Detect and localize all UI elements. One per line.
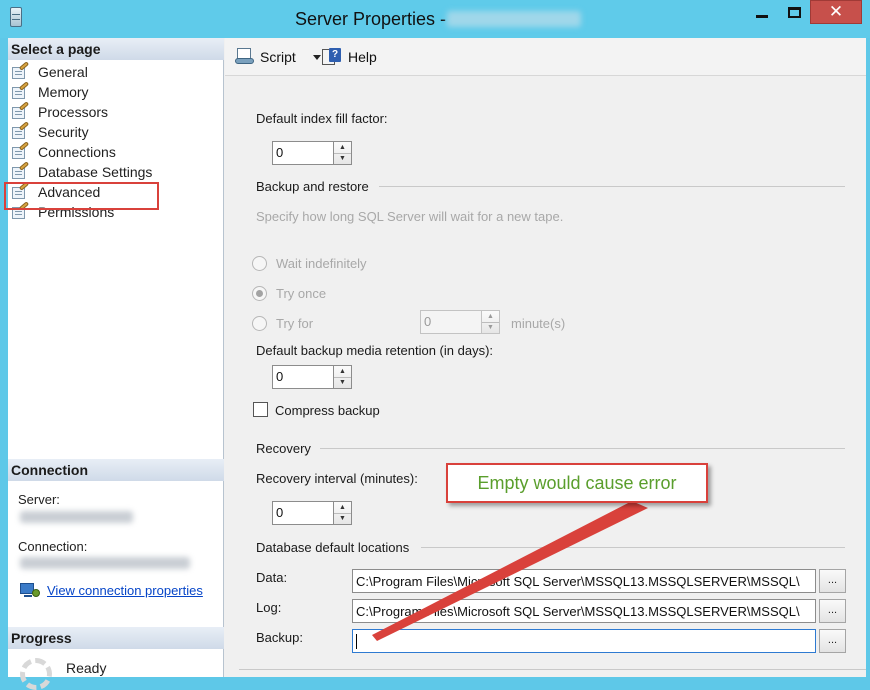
retention-stepper[interactable]: 0 ▲ ▼ [272,365,352,389]
bottom-divider [239,669,866,670]
window-body: Select a page General Memory Processors … [4,38,866,690]
window-title: Server Properties - [295,9,447,29]
page-item-security[interactable]: Security [8,121,224,142]
section-divider [421,547,845,548]
recovery-title: Recovery [256,441,311,456]
recovery-interval-stepper[interactable]: 0 ▲ ▼ [272,501,352,525]
page-item-label: Processors [38,104,109,120]
try-for-radio[interactable] [252,316,267,331]
close-icon: ✕ [828,2,844,22]
spin-down-icon[interactable]: ▼ [334,154,351,165]
spin-down-icon[interactable]: ▼ [334,514,351,525]
wait-indefinitely-radio[interactable] [252,256,267,271]
fill-factor-input[interactable]: 0 [272,141,334,165]
maximize-button[interactable] [778,0,810,24]
spin-up-icon[interactable]: ▲ [334,142,351,154]
page-settings-icon [12,141,30,160]
section-divider [320,448,845,449]
database-settings-content: Default index fill factor: 0 ▲ ▼ Backup a… [225,77,866,677]
selected-page-highlight [4,182,159,210]
spin-down-icon[interactable]: ▼ [482,323,499,334]
spin-down-icon[interactable]: ▼ [334,378,351,389]
server-name-redacted [447,11,581,27]
data-browse-button[interactable]: ... [819,569,846,593]
try-for-unit: minute(s) [511,316,566,331]
page-item-label: General [38,64,88,80]
tape-wait-hint: Specify how long SQL Server will wait fo… [256,209,564,224]
page-item-general[interactable]: General [8,61,224,82]
page-settings-icon [12,81,30,100]
connection-header: Connection [8,459,224,481]
page-item-label: Database Settings [38,164,153,180]
script-dropdown-chevron-icon[interactable] [313,55,321,60]
spin-up-icon[interactable]: ▲ [334,366,351,378]
left-panel: Select a page General Memory Processors … [4,38,224,690]
default-locations-title: Database default locations [256,540,410,555]
page-list: General Memory Processors Security Conne… [4,61,224,222]
server-value-redacted [20,511,133,523]
toolbar: Script ? Help [225,38,866,76]
retention-input[interactable]: 0 [272,365,334,389]
minimize-icon [756,14,768,18]
log-label: Log: [256,600,282,615]
try-for-label: Try for [276,316,314,331]
progress-status: Ready [66,660,107,676]
page-settings-icon [12,161,30,180]
wait-indefinitely-label: Wait indefinitely [276,256,367,271]
try-for-stepper[interactable]: 0 ▲ ▼ [420,310,500,334]
data-path-input[interactable]: C:\Program Files\Microsoft SQL Server\MS… [352,569,816,593]
server-label: Server: [18,492,60,507]
data-label: Data: [256,570,288,585]
backup-path-input[interactable] [352,629,816,653]
log-path-input[interactable]: C:\Program Files\Microsoft SQL Server\MS… [352,599,816,623]
script-button[interactable]: Script [260,49,296,65]
connection-value-redacted [20,557,190,569]
compress-backup-checkbox[interactable] [253,402,268,417]
select-page-header: Select a page [8,38,224,60]
close-button[interactable]: ✕ [810,0,862,24]
recovery-interval-input[interactable]: 0 [272,501,334,525]
script-icon[interactable] [235,48,254,65]
text-cursor [356,634,357,649]
backup-restore-title: Backup and restore [256,179,369,194]
section-divider [379,186,845,187]
page-item-label: Connections [38,144,116,160]
try-once-label: Try once [276,286,327,301]
annotation-callout: Empty would cause error [446,463,708,503]
backup-browse-button[interactable]: ... [819,629,846,653]
view-connection-properties-link[interactable]: View connection properties [47,583,203,598]
page-item-processors[interactable]: Processors [8,101,224,122]
try-once-radio[interactable] [252,286,267,301]
page-item-connections[interactable]: Connections [8,141,224,162]
minimize-button[interactable] [746,0,778,24]
page-item-database-settings[interactable]: Database Settings [8,161,224,182]
page-item-label: Security [38,124,89,140]
title-bar: Server Properties - ✕ [0,0,870,38]
connection-label: Connection: [18,539,88,554]
page-settings-icon [12,121,30,140]
recovery-interval-label: Recovery interval (minutes): [256,471,418,486]
page-settings-icon [12,61,30,80]
help-icon[interactable]: ? [322,48,341,66]
retention-label: Default backup media retention (in days)… [256,343,494,358]
spin-up-icon[interactable]: ▲ [482,311,499,323]
maximize-icon [787,6,801,18]
log-browse-button[interactable]: ... [819,599,846,623]
spin-up-icon[interactable]: ▲ [334,502,351,514]
view-connection-icon[interactable] [20,583,40,599]
try-for-input[interactable]: 0 [420,310,482,334]
fill-factor-label: Default index fill factor: [256,111,388,126]
app-icon [10,7,22,27]
backup-label: Backup: [256,630,303,645]
fill-factor-stepper[interactable]: 0 ▲ ▼ [272,141,352,165]
progress-spinner-icon [20,658,52,690]
progress-header: Progress [8,627,224,649]
page-item-memory[interactable]: Memory [8,81,224,102]
compress-backup-label: Compress backup [275,403,380,418]
page-item-label: Memory [38,84,89,100]
help-button[interactable]: Help [348,49,377,65]
page-settings-icon [12,101,30,120]
